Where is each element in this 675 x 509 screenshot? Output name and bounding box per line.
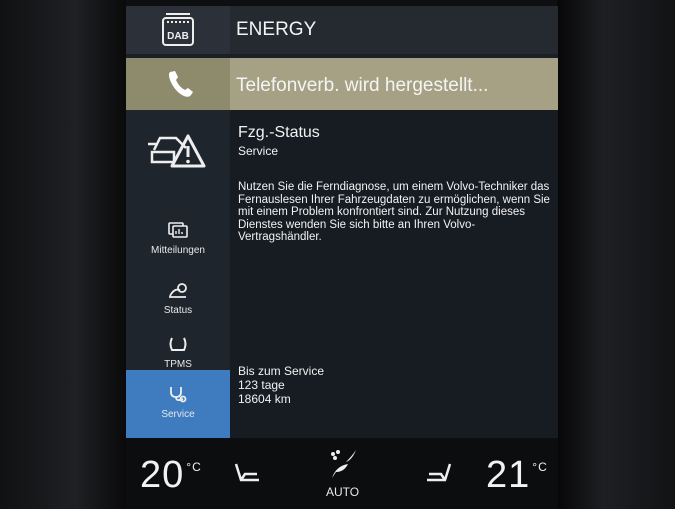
page-title: Fzg.-Status — [238, 124, 320, 141]
radio-icon-cell: DAB — [126, 6, 230, 54]
sidebar-item-status[interactable]: Status — [126, 280, 230, 330]
service-km: 18604 km — [238, 392, 291, 406]
right-temp-value: 21 — [486, 454, 531, 496]
climate-mode-label: AUTO — [326, 485, 360, 499]
climate-bar: 20 °C AUTO 21 °C — [126, 438, 558, 509]
sidebar-item-service[interactable]: Service — [126, 370, 230, 438]
fan-auto-icon[interactable] — [322, 444, 362, 484]
radio-dab-icon: DAB — [162, 13, 194, 46]
sidebar-item-label: TPMS — [164, 359, 192, 370]
service-description: Nutzen Sie die Ferndiagnose, um einem Vo… — [238, 181, 550, 243]
tire-icon — [169, 337, 187, 351]
sidebar-item-mitteilungen[interactable]: Mitteilungen — [126, 220, 230, 272]
service-stethoscope-icon — [170, 387, 187, 403]
photo-frame: DAB ENERGY Telefonverb. wird hergestellt… — [0, 0, 675, 509]
dab-badge: DAB — [167, 31, 189, 42]
phone-icon-cell — [126, 58, 230, 110]
seat-heat-left-icon[interactable] — [230, 460, 264, 488]
seat-heat-right-icon[interactable] — [422, 460, 456, 488]
phone-tile[interactable]: Telefonverb. wird hergestellt... — [126, 58, 558, 110]
sidebar-item-label: Mitteilungen — [151, 245, 205, 256]
right-temp-unit: °C — [532, 460, 548, 474]
infotainment-screen: DAB ENERGY Telefonverb. wird hergestellt… — [126, 6, 558, 438]
car-warning-icon — [148, 134, 206, 168]
sidebar-item-label: Service — [161, 409, 195, 420]
page-subtitle: Service — [238, 144, 279, 158]
left-temperature[interactable]: 20 °C — [140, 454, 202, 497]
car-status-main — [126, 126, 230, 190]
sidebar: Mitteilungen Status TPMS Service — [126, 110, 230, 438]
service-days: 123 tage — [238, 378, 285, 392]
radio-station: ENERGY — [236, 19, 317, 40]
bezel-left — [0, 0, 126, 509]
service-label: Bis zum Service — [238, 364, 325, 378]
messages-icon — [168, 222, 188, 238]
bezel-right — [557, 0, 675, 509]
sidebar-item-label: Status — [163, 305, 193, 316]
status-wrench-icon — [169, 283, 187, 298]
phone-status: Telefonverb. wird hergestellt... — [236, 75, 489, 96]
content-panel: Fzg.-Status Service Nutzen Sie die Fernd… — [230, 110, 558, 438]
left-temp-value: 20 — [140, 454, 185, 496]
phone-handset-icon — [169, 71, 193, 97]
left-temp-unit: °C — [186, 460, 202, 474]
radio-tile[interactable]: DAB ENERGY — [126, 6, 558, 54]
right-temperature[interactable]: 21 °C — [486, 454, 548, 497]
